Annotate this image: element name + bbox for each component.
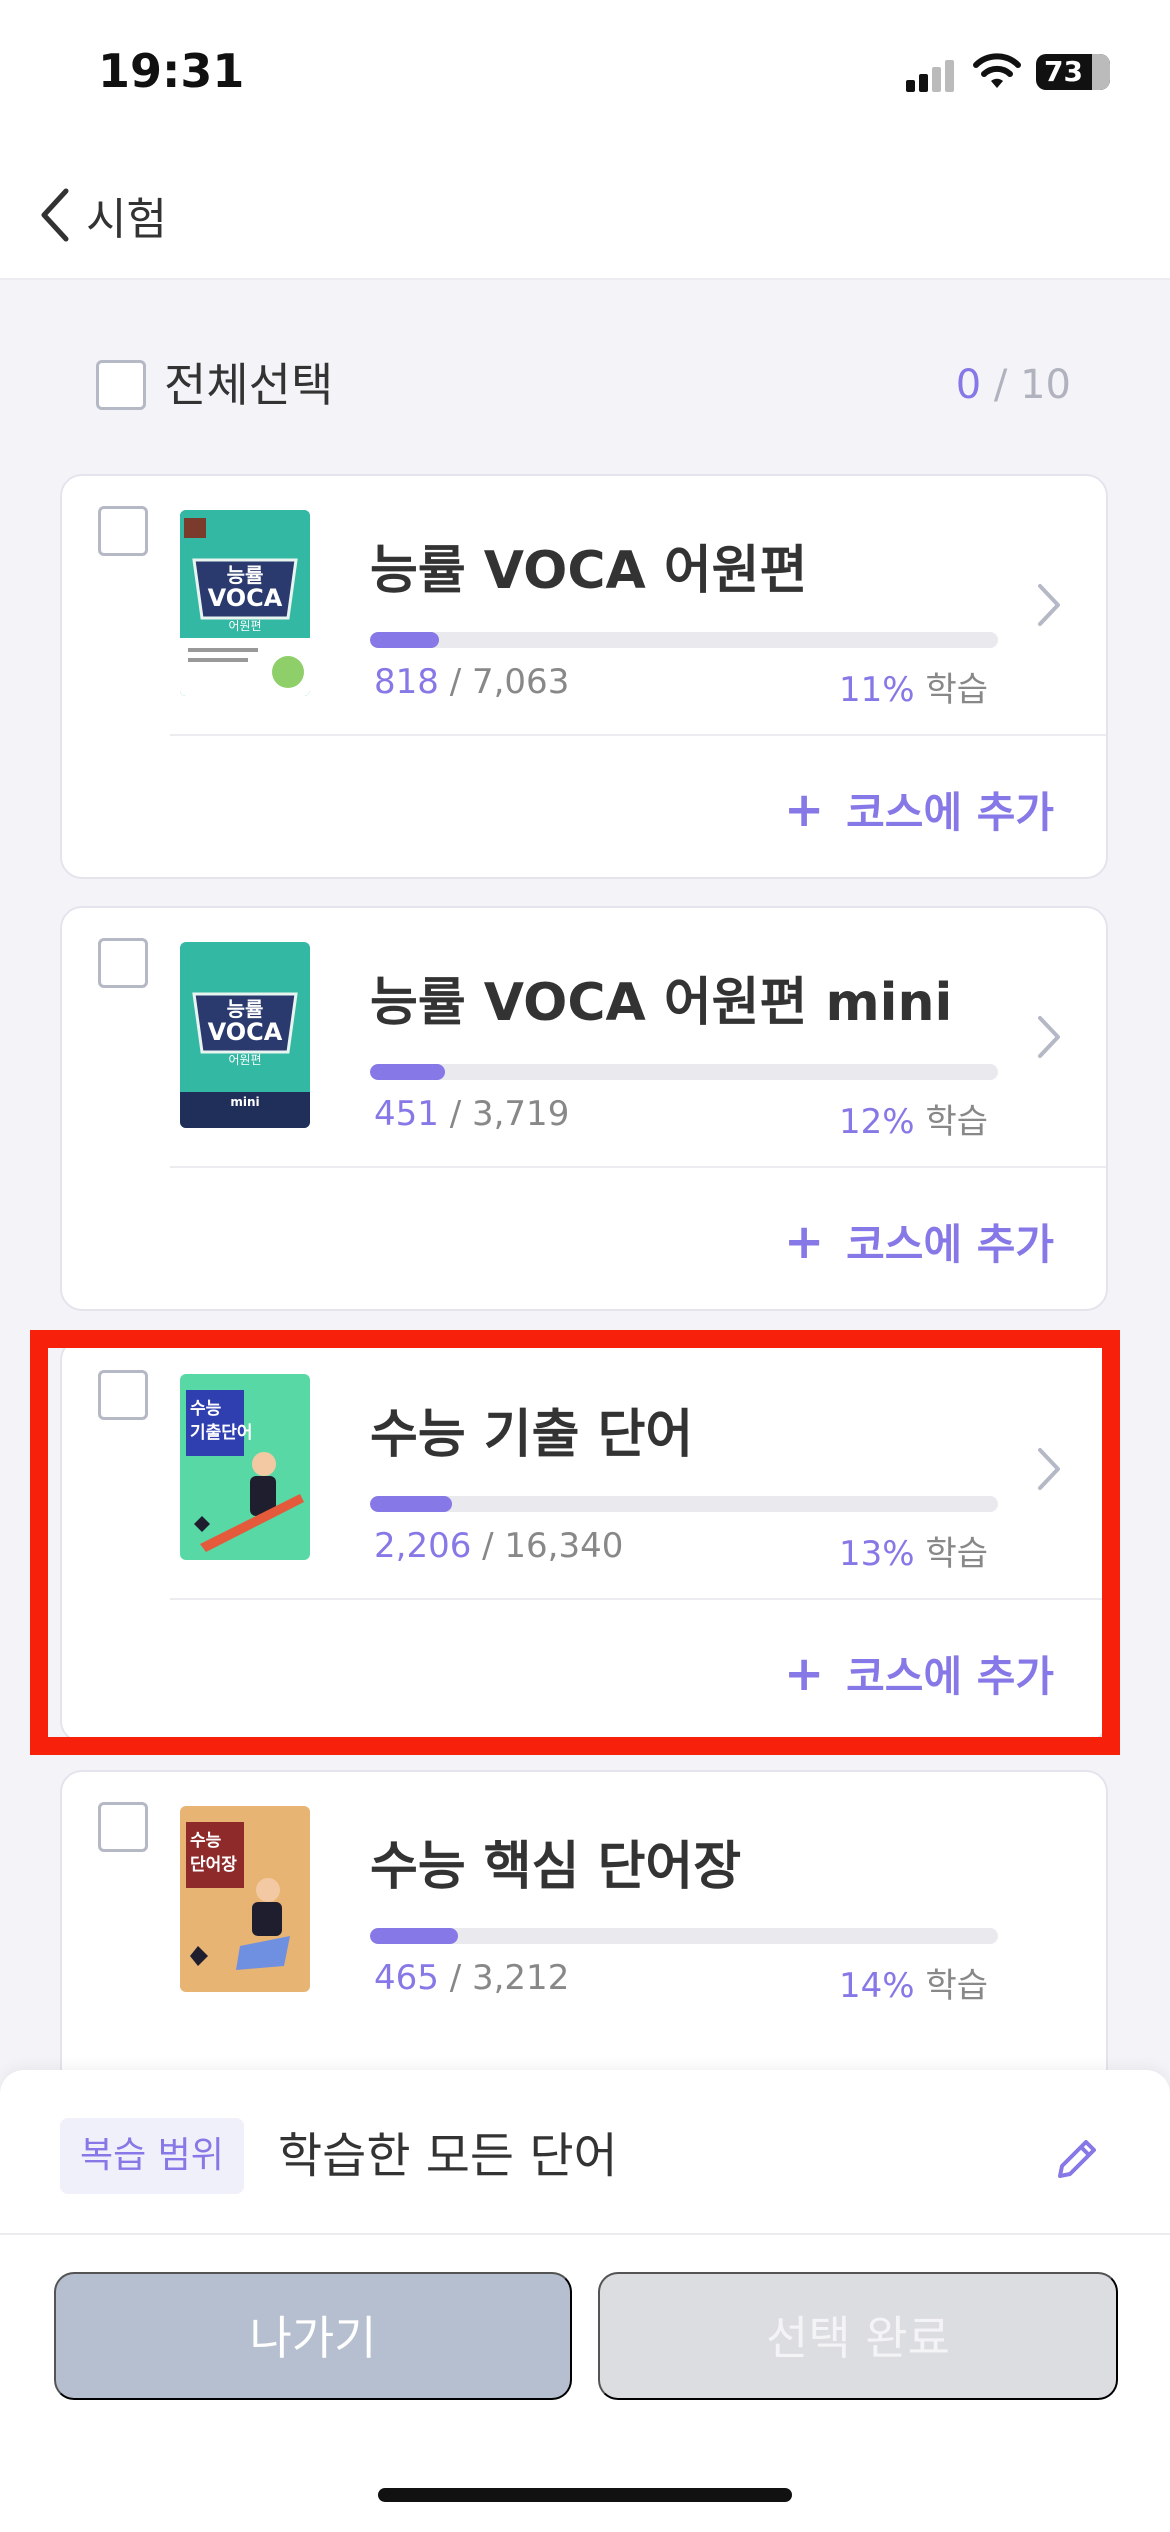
percent-value: 12% [839, 1102, 915, 1142]
progress-bar [370, 1064, 998, 1080]
svg-text:수능: 수능 [190, 1399, 222, 1419]
book-cover-voca-mini-icon: 능률 VOCA 어원편 mini [180, 942, 310, 1128]
book-cover-suneung-core-icon: 수능 단어장 [180, 1806, 310, 1992]
course-checkbox[interactable] [98, 1370, 148, 1420]
select-all-checkbox[interactable] [96, 360, 146, 410]
total-words: 7,063 [471, 662, 570, 702]
study-label: 학습 [925, 1534, 988, 1574]
course-title: 능률 VOCA 어원편 [370, 541, 808, 601]
selected-count: 0 [955, 362, 982, 408]
divider [170, 1166, 1106, 1168]
pencil-icon[interactable] [1050, 2132, 1104, 2186]
select-all-label: 전체선택 [164, 358, 334, 412]
percent-value: 13% [839, 1534, 915, 1574]
progress-fill [370, 1496, 452, 1512]
course-card[interactable]: 수능 기출단어 수능 기출 단어 2,206 / 16,340 13% 학습 +… [60, 1338, 1108, 1743]
course-checkbox[interactable] [98, 938, 148, 988]
course-checkbox[interactable] [98, 1802, 148, 1852]
learned-count: 818 [374, 662, 439, 702]
review-scope-row[interactable]: 복습 범위 학습한 모든 단어 [0, 2070, 1170, 2235]
add-to-course-label: 코스에 추가 [846, 1652, 1054, 1701]
cellular-signal-icon [906, 60, 956, 92]
wifi-icon [973, 53, 1021, 88]
total-words: 3,719 [471, 1094, 570, 1134]
chevron-right-icon[interactable] [1034, 1012, 1064, 1062]
plus-icon: + [783, 781, 825, 838]
svg-text:VOCA: VOCA [208, 1018, 283, 1046]
svg-text:수능: 수능 [190, 1831, 222, 1851]
study-label: 학습 [925, 670, 988, 710]
selection-count: 0 / 10 [956, 355, 1071, 415]
course-title: 수능 핵심 단어장 [370, 1837, 742, 1897]
svg-text:어원편: 어원편 [228, 619, 261, 633]
add-to-course-button[interactable]: + 코스에 추가 [784, 1643, 1054, 1704]
progress-fill [370, 1928, 458, 1944]
word-counts: 451 / 3,719 [374, 1094, 570, 1134]
count-separator: / [993, 362, 1008, 408]
review-scope-value: 학습한 모든 단어 [278, 2128, 618, 2184]
battery-level: 73 [1044, 55, 1083, 88]
course-card[interactable]: 능률 VOCA 어원편 능률 VOCA 어원편 818 / 7,063 11% … [60, 474, 1108, 879]
divider [170, 1598, 1106, 1600]
course-title: 수능 기출 단어 [370, 1405, 694, 1465]
divider [170, 734, 1106, 736]
progress-fill [370, 632, 440, 648]
select-done-button[interactable]: 선택 완료 [598, 2272, 1118, 2400]
course-checkbox[interactable] [98, 506, 148, 556]
total-words: 16,340 [504, 1526, 624, 1566]
chevron-right-icon[interactable] [1034, 580, 1064, 630]
progress-bar [370, 1928, 998, 1944]
study-percent: 14% 학습 [839, 1958, 988, 2007]
select-all-row: 전체선택 0 / 10 [96, 355, 1071, 415]
review-scope-badge: 복습 범위 [60, 2118, 244, 2194]
battery-icon: 73 [1036, 54, 1110, 90]
learned-count: 451 [374, 1094, 439, 1134]
chevron-right-icon[interactable] [1034, 1444, 1064, 1494]
book-cover-voca-icon: 능률 VOCA 어원편 [180, 510, 310, 696]
svg-text:기출단어: 기출단어 [190, 1423, 253, 1443]
svg-text:어원편: 어원편 [228, 1053, 261, 1067]
chevron-left-icon [41, 188, 69, 242]
study-label: 학습 [925, 1102, 988, 1142]
svg-text:mini: mini [230, 1095, 259, 1109]
learned-count: 465 [374, 1958, 439, 1998]
status-time: 19:31 [98, 44, 245, 98]
progress-bar [370, 1496, 998, 1512]
nav-bar: 시험 [0, 150, 1170, 280]
word-counts: 818 / 7,063 [374, 662, 570, 702]
svg-text:VOCA: VOCA [208, 584, 283, 612]
add-to-course-button[interactable]: + 코스에 추가 [784, 1211, 1054, 1272]
word-counts: 465 / 3,212 [374, 1958, 570, 1998]
add-to-course-label: 코스에 추가 [846, 1220, 1054, 1269]
study-label: 학습 [925, 1966, 988, 2006]
course-title: 능률 VOCA 어원편 mini [370, 973, 953, 1033]
progress-fill [370, 1064, 446, 1080]
add-to-course-label: 코스에 추가 [846, 788, 1054, 837]
word-counts: 2,206 / 16,340 [374, 1526, 624, 1566]
percent-value: 14% [839, 1966, 915, 2006]
progress-bar [370, 632, 998, 648]
total-count: 10 [1020, 362, 1071, 408]
bottom-panel: 복습 범위 학습한 모든 단어 나가기 선택 완료 [0, 2070, 1170, 2532]
learned-count: 2,206 [374, 1526, 472, 1566]
study-percent: 13% 학습 [839, 1526, 988, 1575]
course-card[interactable]: 능률 VOCA 어원편 mini 능률 VOCA 어원편 mini 451 / … [60, 906, 1108, 1311]
total-words: 3,212 [471, 1958, 570, 1998]
back-button[interactable]: 시험 [38, 180, 167, 250]
status-bar: 19:31 73 [0, 0, 1170, 150]
add-to-course-button[interactable]: + 코스에 추가 [784, 779, 1054, 840]
study-percent: 12% 학습 [839, 1094, 988, 1143]
book-cover-suneung-gichul-icon: 수능 기출단어 [180, 1374, 310, 1560]
percent-value: 11% [839, 670, 915, 710]
exit-button[interactable]: 나가기 [54, 2272, 572, 2400]
plus-icon: + [783, 1213, 825, 1270]
plus-icon: + [783, 1645, 825, 1702]
study-percent: 11% 학습 [839, 662, 988, 711]
home-indicator [378, 2488, 792, 2502]
svg-text:단어장: 단어장 [190, 1855, 237, 1875]
nav-title: 시험 [86, 194, 167, 245]
